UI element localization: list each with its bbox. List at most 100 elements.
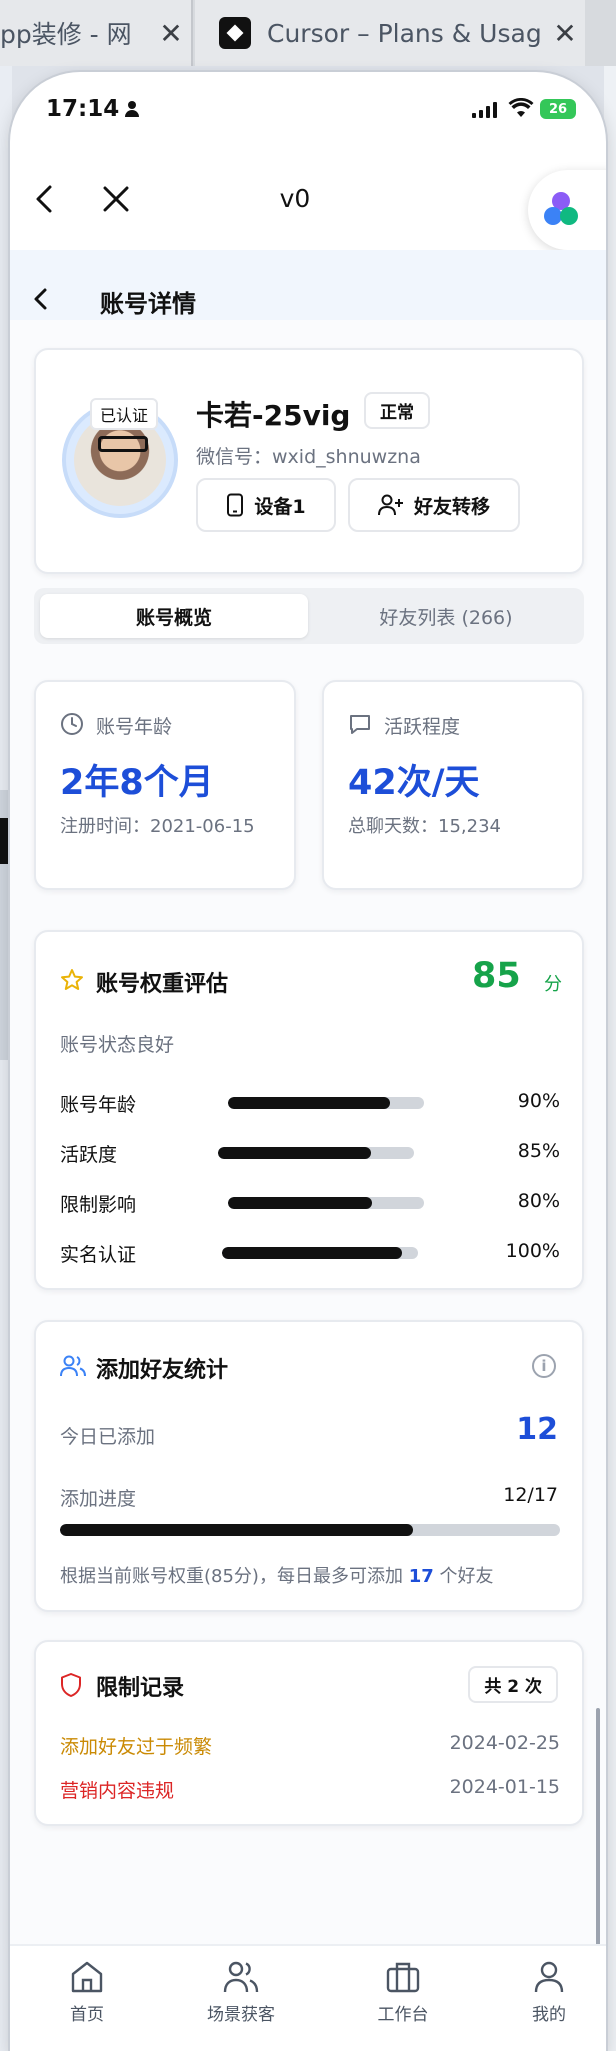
close-icon[interactable]: ✕ [151, 17, 191, 50]
profile-card: 已认证 卡若-25vig 正常 微信号：wxid_shnuwzna 设备1 好友… [34, 348, 584, 574]
scrollbar[interactable] [596, 1708, 600, 1980]
tab-mine[interactable]: 我的 [484, 1960, 606, 2040]
signal-icon [472, 102, 497, 118]
message-icon [350, 715, 370, 734]
tab-scenes[interactable]: 场景获客 [176, 1960, 306, 2040]
today-added-value: 12 [516, 1412, 558, 1447]
weight-row: 限制影响 80% [60, 1188, 560, 1218]
account-name: 卡若-25vig [196, 399, 351, 432]
tab-account-overview[interactable]: 账号概览 [40, 594, 308, 638]
tab-label: 我的 [532, 2005, 566, 2025]
weight-row: 账号年龄 90% [60, 1088, 560, 1118]
bottom-tab-bar: 首页 场景获客 工作台 我的 [10, 1944, 606, 2051]
weight-row-label: 限制影响 [60, 1194, 137, 1216]
weight-bar-track [218, 1147, 414, 1159]
weight-row-label: 账号年龄 [60, 1094, 137, 1116]
friend-transfer-label: 好友转移 [413, 495, 490, 518]
close-icon[interactable]: ✕ [545, 17, 585, 50]
page-content: 账号详情 已认证 卡若-25vig 正常 微信号：wxid_shnuwzna 设… [10, 250, 606, 1980]
restriction-reason: 营销内容违规 [60, 1780, 175, 1802]
users-icon [223, 1961, 259, 1993]
weight-row-label: 活跃度 [60, 1144, 118, 1166]
tab-label: 首页 [70, 2005, 104, 2025]
close-icon[interactable] [100, 183, 132, 215]
status-time-text: 17:14 [46, 96, 120, 122]
app-dot [560, 207, 578, 225]
main-area: 已认证 卡若-25vig 正常 微信号：wxid_shnuwzna 设备1 好友… [10, 320, 606, 1980]
cursor-logo-icon [219, 17, 251, 49]
clock-icon [61, 713, 83, 735]
user-icon [534, 1961, 564, 1993]
user-plus-icon [377, 494, 403, 516]
weight-score: 85 [472, 956, 521, 996]
browser-tab-strip: pp装修 - 网 ✕ Cursor – Plans & Usag ✕ [0, 0, 616, 66]
total-chats: 总聊天数：15,234 [348, 816, 501, 837]
wechat-id: 微信号：wxid_shnuwzna [196, 446, 421, 468]
briefcase-icon [386, 1962, 420, 1993]
restriction-records-card: 限制记录 共 2 次 添加好友过于频繁 2024-02-25 营销内容违规 20… [34, 1640, 584, 1826]
weight-bar-fill [218, 1147, 372, 1159]
add-friends-title: 添加好友统计 [96, 1358, 229, 1383]
browser-tab-title: Cursor – Plans & Usag [267, 18, 542, 48]
page-header: 账号详情 [10, 250, 606, 320]
account-weight-card: 账号权重评估 85 分 账号状态良好 账号年龄 90% 活跃度 85% 限制影响 [34, 930, 584, 1290]
back-arrow-icon[interactable] [30, 184, 60, 214]
activity-value: 42次/天 [348, 763, 480, 803]
weight-row: 活跃度 85% [60, 1138, 560, 1168]
nav-title: v0 [279, 184, 311, 213]
device-button-label: 设备1 [254, 495, 306, 518]
tab-friend-list[interactable]: 好友列表 (266) [314, 594, 578, 638]
restriction-item: 营销内容违规 2024-01-15 [60, 1776, 560, 1806]
restriction-date: 2024-02-25 [449, 1732, 560, 1754]
background-page-mark [0, 818, 8, 864]
account-age-card: 账号年龄 2年8个月 注册时间：2021-06-15 [34, 680, 296, 890]
top-nav-bar: v0 [10, 150, 606, 250]
star-icon [61, 969, 83, 990]
section-tabs: 账号概览 好友列表 (266) [34, 588, 584, 644]
browser-tab-2[interactable]: Cursor – Plans & Usag ✕ [195, 0, 585, 66]
progress-bar-fill [60, 1524, 413, 1536]
weight-bar-fill [228, 1097, 391, 1109]
weight-bar-track [228, 1197, 424, 1209]
account-age-value: 2年8个月 [60, 763, 214, 803]
weight-bar-track [228, 1097, 424, 1109]
browser-tab-title: pp装修 - 网 [0, 20, 132, 49]
page-title: 账号详情 [100, 290, 196, 318]
info-icon[interactable]: i [532, 1354, 556, 1378]
app-switcher-button[interactable] [528, 170, 606, 250]
weight-bar-fill [222, 1247, 403, 1259]
weight-bar-track [222, 1247, 418, 1259]
status-bar: 17:14 26 [10, 72, 606, 150]
tab-home[interactable]: 首页 [22, 1960, 152, 2040]
weight-row: 实名认证 100% [60, 1238, 560, 1268]
weight-title: 账号权重评估 [96, 972, 229, 997]
note-limit: 17 [408, 1566, 434, 1587]
activity-card: 活跃程度 42次/天 总聊天数：15,234 [322, 680, 584, 890]
tab-label: 场景获客 [207, 2005, 275, 2025]
tab-label: 工作台 [377, 2005, 429, 2025]
weight-row-value: 85% [517, 1140, 560, 1162]
status-badge: 正常 [364, 392, 430, 429]
restriction-reason: 添加好友过于频繁 [60, 1736, 213, 1758]
shield-icon [61, 1673, 81, 1697]
restriction-item: 添加好友过于频繁 2024-02-25 [60, 1732, 560, 1762]
browser-tab-1[interactable]: pp装修 - 网 ✕ [0, 0, 193, 66]
register-date: 注册时间：2021-06-15 [60, 816, 255, 837]
daily-limit-note: 根据当前账号权重(85分)，每日最多可添加 17 个好友 [60, 1562, 493, 1588]
weight-row-label: 实名认证 [60, 1244, 137, 1266]
tab-workbench[interactable]: 工作台 [338, 1960, 468, 2040]
status-time: 17:14 [46, 96, 140, 122]
friend-transfer-button[interactable]: 好友转移 [348, 478, 520, 532]
back-chevron-icon[interactable] [30, 286, 52, 312]
weight-row-value: 80% [517, 1190, 560, 1212]
progress-bar [60, 1524, 560, 1536]
battery-icon: 26 [540, 99, 576, 119]
device-button[interactable]: 设备1 [196, 478, 336, 532]
activity-label: 活跃程度 [384, 716, 461, 738]
wifi-icon [508, 98, 534, 117]
note-suffix: 个好友 [439, 1566, 494, 1587]
weight-row-value: 100% [505, 1240, 560, 1262]
verified-badge: 已认证 [90, 398, 159, 430]
phone-icon [227, 493, 244, 517]
note-prefix: 根据当前账号权重(85分)，每日最多可添加 [60, 1566, 403, 1587]
